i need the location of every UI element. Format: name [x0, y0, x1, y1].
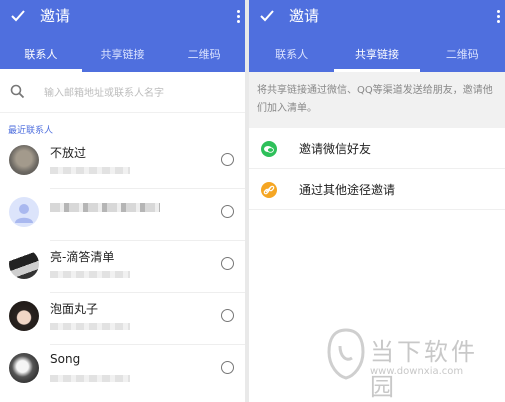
select-radio[interactable] [221, 153, 234, 166]
tab-share-link[interactable]: 共享链接 [82, 42, 164, 72]
search-bar[interactable]: 输入邮箱地址或联系人名字 [0, 72, 245, 113]
search-input[interactable]: 输入邮箱地址或联系人名字 [44, 84, 164, 99]
search-icon [10, 84, 25, 99]
action-label: 邀请微信好友 [299, 142, 372, 156]
app-bar: 邀请 联系人 共享链接 二维码 [0, 0, 245, 72]
contact-detail-blurred [50, 167, 130, 174]
contact-item[interactable] [0, 189, 245, 241]
watermark-url: www.downxia.com [370, 366, 464, 377]
select-radio[interactable] [221, 309, 234, 322]
tab-contacts[interactable]: 联系人 [0, 42, 82, 72]
contact-detail-blurred [50, 271, 130, 278]
tab-share-link[interactable]: 共享链接 [334, 42, 420, 72]
contact-item[interactable]: Song [0, 345, 245, 397]
more-options-icon[interactable] [237, 10, 241, 24]
confirm-check-icon[interactable] [259, 8, 275, 24]
page-title: 邀请 [40, 7, 71, 25]
avatar [9, 145, 39, 175]
more-options-icon[interactable] [497, 10, 501, 24]
action-label: 通过其他途径邀请 [299, 183, 396, 197]
contact-detail-blurred [50, 323, 130, 330]
contact-name: Song [50, 352, 81, 366]
contact-item[interactable]: 亮-滴答清单 [0, 241, 245, 293]
tab-bar: 联系人 共享链接 二维码 [249, 42, 505, 72]
contacts-panel: 邀请 联系人 共享链接 二维码 输入邮箱地址或联系人名字 最近联系人 不放过 亮… [0, 0, 245, 402]
tab-bar: 联系人 共享链接 二维码 [0, 42, 245, 72]
select-radio[interactable] [221, 257, 234, 270]
avatar [9, 301, 39, 331]
contact-detail-blurred [50, 375, 130, 382]
wechat-icon [261, 141, 277, 157]
watermark: 当下软件园 www.downxia.com [326, 328, 496, 401]
select-radio[interactable] [221, 361, 234, 374]
contact-item[interactable]: 泡面丸子 [0, 293, 245, 345]
select-radio[interactable] [221, 205, 234, 218]
app-bar: 邀请 联系人 共享链接 二维码 [249, 0, 505, 72]
tab-qrcode[interactable]: 二维码 [420, 42, 505, 72]
tab-contacts[interactable]: 联系人 [249, 42, 334, 72]
contact-name: 亮-滴答清单 [50, 250, 115, 264]
share-info-text: 将共享链接通过微信、QQ等渠道发送给朋友，邀请他们加入清单。 [249, 72, 505, 128]
tab-qrcode[interactable]: 二维码 [163, 42, 245, 72]
invite-other-button[interactable]: 通过其他途径邀请 [249, 169, 505, 210]
default-user-icon [15, 204, 33, 223]
invite-wechat-button[interactable]: 邀请微信好友 [249, 128, 505, 169]
contact-item[interactable]: 不放过 [0, 137, 245, 189]
contact-name: 泡面丸子 [50, 302, 99, 316]
watermark-logo-icon [327, 328, 365, 380]
confirm-check-icon[interactable] [10, 8, 26, 24]
avatar [9, 249, 39, 279]
recent-contacts-header: 最近联系人 [8, 126, 54, 136]
contact-name: 不放过 [50, 146, 87, 160]
avatar [9, 197, 39, 227]
page-title: 邀请 [289, 7, 320, 25]
avatar [9, 353, 39, 383]
contact-name-blurred [50, 203, 160, 212]
link-icon [261, 182, 277, 198]
